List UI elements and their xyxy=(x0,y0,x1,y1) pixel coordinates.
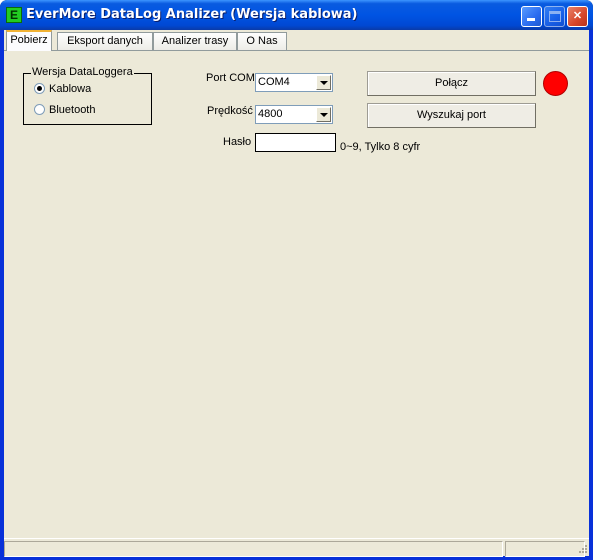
speed-value: 4800 xyxy=(258,108,283,120)
speed-select[interactable]: 4800 xyxy=(255,105,333,124)
datalogger-version-group: Wersja DataLoggera Kablowa Bluetooth xyxy=(23,66,152,125)
tab-eksport-danych[interactable]: Eksport danych xyxy=(57,32,153,51)
connect-button[interactable]: Połącz xyxy=(367,71,536,96)
radio-unchecked-icon xyxy=(34,103,45,115)
port-com-select[interactable]: COM4 xyxy=(255,73,333,92)
client-area: Pobierz Eksport danych Analizer trasy O … xyxy=(4,30,589,557)
chevron-down-icon[interactable] xyxy=(316,107,331,122)
connection-status-indicator xyxy=(543,71,568,96)
tab-analizer-trasy[interactable]: Analizer trasy xyxy=(153,32,237,51)
port-com-label: Port COM xyxy=(206,72,255,84)
status-panel-main xyxy=(4,541,503,557)
radio-kablowa[interactable]: Kablowa xyxy=(34,82,92,97)
port-com-value: COM4 xyxy=(258,76,290,88)
resize-grip-icon[interactable] xyxy=(576,543,588,555)
password-label: Hasło xyxy=(223,136,252,148)
speed-label: Prędkość xyxy=(207,105,253,117)
password-input[interactable] xyxy=(255,133,336,152)
chevron-down-icon[interactable] xyxy=(316,75,331,90)
minimize-icon xyxy=(527,18,535,21)
status-panel-secondary xyxy=(505,541,585,557)
close-button[interactable]: ✕ xyxy=(567,6,588,27)
app-icon: E xyxy=(6,7,22,23)
title-bar[interactable]: E EverMore DataLog Analizer (Wersja kabl… xyxy=(0,0,593,30)
window-title: EverMore DataLog Analizer (Wersja kablow… xyxy=(26,7,358,22)
status-bar xyxy=(4,538,589,557)
radio-checked-icon xyxy=(34,82,45,94)
tab-border xyxy=(4,50,589,51)
tab-o-nas[interactable]: O Nas xyxy=(237,32,287,51)
radio-label: Bluetooth xyxy=(49,104,96,116)
app-window: E EverMore DataLog Analizer (Wersja kabl… xyxy=(0,0,593,560)
password-hint: 0~9, Tylko 8 cyfr xyxy=(340,141,421,153)
find-port-button[interactable]: Wyszukaj port xyxy=(367,103,536,128)
group-title: Wersja DataLoggera xyxy=(31,66,134,78)
radio-bluetooth[interactable]: Bluetooth xyxy=(34,103,96,118)
radio-label: Kablowa xyxy=(49,83,92,95)
tab-pobierz[interactable]: Pobierz xyxy=(6,30,52,51)
close-icon: ✕ xyxy=(572,10,583,22)
window-frame-right xyxy=(589,30,593,560)
maximize-icon xyxy=(549,11,561,22)
minimize-button[interactable] xyxy=(521,6,542,27)
maximize-button xyxy=(544,6,565,27)
